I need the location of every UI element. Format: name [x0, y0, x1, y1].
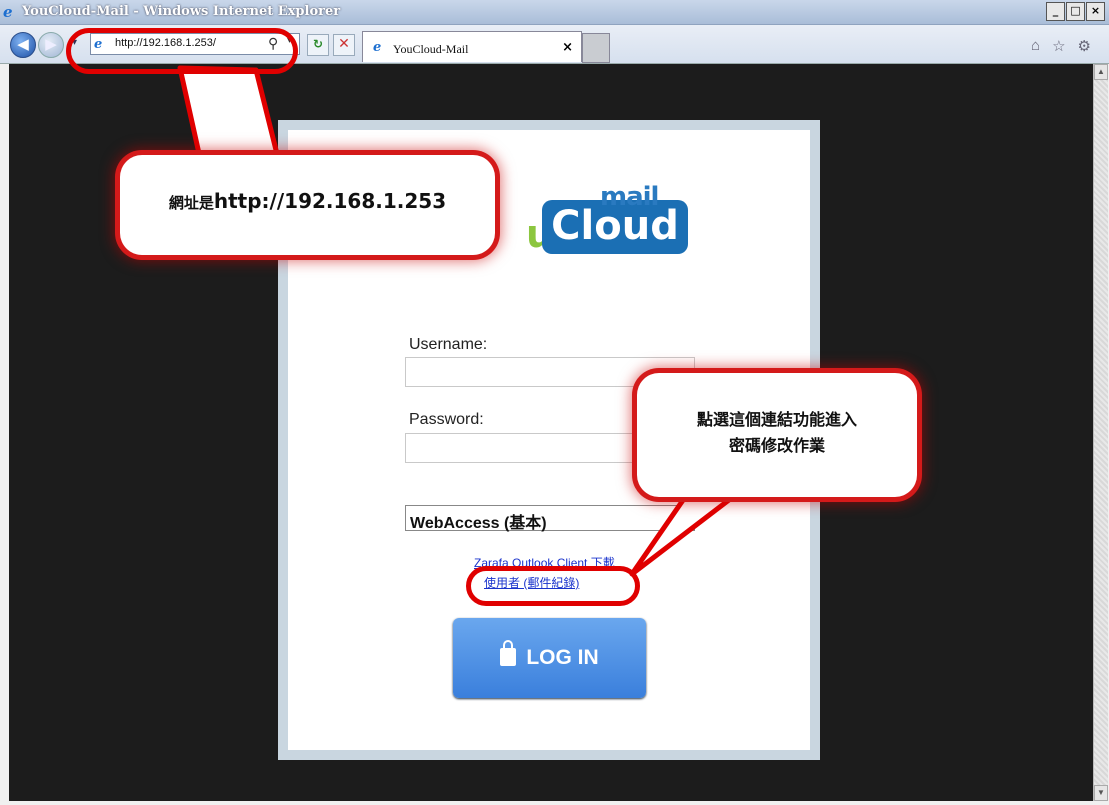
link-highlight-ellipse	[466, 566, 640, 606]
annotation-pointers	[177, 65, 745, 577]
link-note-callout: 點選這個連結功能進入 密碼修改作業	[637, 373, 917, 497]
url-highlight-ellipse	[66, 28, 298, 74]
link-callout-pointer	[629, 487, 745, 577]
url-note-url: http://192.168.1.253	[213, 189, 447, 213]
url-note-prefix: 網址是	[168, 194, 214, 212]
link-note-line2: 密碼修改作業	[728, 436, 825, 455]
url-callout-pointer	[177, 65, 281, 161]
url-note-callout: 網址是http://192.168.1.253	[120, 155, 495, 255]
link-note-line1: 點選這個連結功能進入	[696, 410, 857, 429]
